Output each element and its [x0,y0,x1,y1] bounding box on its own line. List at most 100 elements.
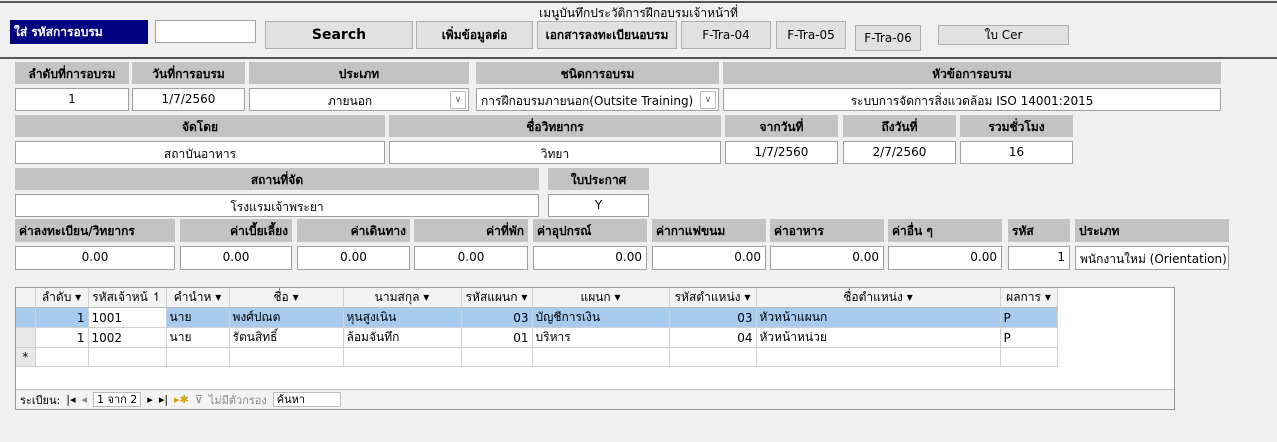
fee-lodging-label: ค่าที่พัก [414,219,528,242]
fee-equipment-field[interactable]: 0.00 [533,246,647,270]
fee-reg-label: ค่าลงทะเบียน/วิทยากร [15,219,175,242]
cell-dept[interactable]: บัญชีการเงิน [532,307,670,328]
cell-position[interactable]: หัวหน้าหน่วย [756,327,1001,348]
fee-other-field[interactable]: 0.00 [888,246,1002,270]
record-label: ระเบียน: [20,393,61,407]
last-record-icon[interactable]: ▸| [159,393,168,406]
cell-first-name[interactable]: รัตนสิทธิ์ [229,327,344,348]
category-field[interactable]: พนักงานใหม่ (Orientation) [1075,246,1229,270]
grid-search-input[interactable]: ค้นหา [272,392,341,407]
type-select[interactable]: ภายนอก ∨ [249,88,469,111]
from-date-label: จากวันที่ [725,115,838,137]
col-dept-id[interactable]: รหัสแผนก ▾ [461,288,533,308]
new-record-icon[interactable]: ▸✱ [174,393,189,406]
cell-dept-id[interactable]: 03 [461,307,533,328]
topic-field[interactable]: ระบบการจัดการสิ่งแวดล้อม ISO 14001:2015 [723,88,1221,111]
cell-position-id[interactable]: 04 [669,327,757,348]
cell-prefix[interactable]: นาย [166,327,230,348]
fee-food-field[interactable]: 0.00 [770,246,884,270]
registration-doc-button[interactable]: เอกสารลงทะเบียนอบรม [537,21,677,49]
cell-position-id[interactable]: 03 [669,307,757,328]
col-prefix[interactable]: คำนำห ▾ [166,288,230,308]
record-position-input[interactable]: 1 จาก 2 [93,392,142,407]
cell-staff-id[interactable]: 1002 [88,327,167,348]
hours-field[interactable]: 16 [960,141,1073,164]
from-date-field[interactable]: 1/7/2560 [725,141,838,164]
cell-seq[interactable]: 1 [35,307,89,328]
cell-prefix[interactable]: นาย [166,307,230,328]
no-filter-label[interactable]: ไม่มีตัวกรอง [209,391,267,409]
cell-staff-id[interactable]: 1001 [88,307,167,328]
to-date-field[interactable]: 2/7/2560 [843,141,956,164]
speaker-field[interactable]: วิทยา [389,141,721,164]
to-date-label: ถึงวันที่ [843,115,956,137]
col-dept[interactable]: แผนก ▾ [532,288,670,308]
fee-equipment-label: ค่าอุปกรณ์ [533,219,647,242]
col-position-id[interactable]: รหัสตำแหน่ง ▾ [669,288,757,308]
fee-reg-field[interactable]: 0.00 [15,246,175,270]
trainee-datasheet[interactable]: ลำดับ ▾ รหัสเจ้าหน้ ↿ คำนำห ▾ ชื่อ ▾ นาม… [15,287,1175,410]
grid-header: ลำดับ ▾ รหัสเจ้าหน้ ↿ คำนำห ▾ ชื่อ ▾ นาม… [16,288,1058,308]
kind-select[interactable]: การฝึกอบรมภายนอก(Outsite Training) ∨ [476,88,719,111]
new-record-marker: * [16,347,36,367]
f-tra-06-button[interactable]: F-Tra-06 [855,25,921,51]
fee-travel-label: ค่าเดินทาง [297,219,410,242]
fee-allowance-field[interactable]: 0.00 [180,246,292,270]
search-button[interactable]: Search [265,21,413,49]
fee-travel-field[interactable]: 0.00 [297,246,410,270]
cell-seq[interactable]: 1 [35,327,89,348]
filter-icon[interactable]: ⊽ [195,393,203,406]
topic-label: หัวข้อการอบรม [723,62,1221,84]
code-field[interactable]: 1 [1008,246,1070,270]
record-navigator: ระเบียน: |◂ ◂ 1 จาก 2 ▸ ▸| ▸✱ ⊽ ไม่มีตัว… [16,389,1174,409]
table-row[interactable]: 1 1002 นาย รัตนสิทธิ์ ล้อมจันทึก 01 บริห… [16,327,1058,348]
add-more-button[interactable]: เพิ่มข้อมูลต่อ [416,21,533,49]
top-border [0,1,1277,3]
cell-position[interactable]: หัวหน้าแผนก [756,307,1001,328]
cell-dept-id[interactable]: 01 [461,327,533,348]
prev-record-icon[interactable]: ◂ [81,393,87,406]
col-position[interactable]: ชื่อตำแหน่ง ▾ [756,288,1001,308]
seq-field[interactable]: 1 [15,88,129,111]
search-label: ใส่ รหัสการอบรม [10,20,148,44]
cell-last-name[interactable]: หุนสูงเนิน [343,307,462,328]
next-record-icon[interactable]: ▸ [147,393,153,406]
row-selector[interactable] [16,307,36,328]
cell-result[interactable]: P [1000,307,1058,328]
venue-field[interactable]: โรงแรมเจ้าพระยา [15,194,539,217]
code-label: รหัส [1008,219,1070,242]
date-field[interactable]: 1/7/2560 [132,88,245,111]
cell-result[interactable]: P [1000,327,1058,348]
certificate-button[interactable]: ใบ Cer [938,25,1069,45]
row-selector[interactable] [16,327,36,348]
date-label: วันที่การอบรม [132,62,245,84]
header-divider [0,57,1277,59]
col-last-name[interactable]: นามสกุล ▾ [343,288,462,308]
col-result[interactable]: ผลการ ▾ [1000,288,1058,308]
f-tra-05-button[interactable]: F-Tra-05 [776,21,846,49]
organizer-field[interactable]: สถาบันอาหาร [15,141,385,164]
venue-label: สถานที่จัด [15,168,539,190]
certificate-field[interactable]: Y [548,194,649,217]
col-staff-id[interactable]: รหัสเจ้าหน้ ↿ [88,288,167,308]
fee-coffee-field[interactable]: 0.00 [652,246,766,270]
cell-first-name[interactable]: พงศ์ปณต [229,307,344,328]
chevron-down-icon[interactable]: ∨ [700,91,716,109]
select-all-corner[interactable] [16,288,36,308]
col-seq[interactable]: ลำดับ ▾ [35,288,89,308]
organizer-label: จัดโดย [15,115,385,137]
search-input[interactable] [155,20,256,43]
kind-value: การฝึกอบรมภายนอก(Outsite Training) [481,94,694,108]
table-row[interactable]: 1 1001 นาย พงศ์ปณต หุนสูงเนิน 03 บัญชีกา… [16,307,1058,328]
cell-last-name[interactable]: ล้อมจันทึก [343,327,462,348]
first-record-icon[interactable]: |◂ [66,393,75,406]
fee-lodging-field[interactable]: 0.00 [414,246,528,270]
type-value: ภายนอก [327,94,373,108]
kind-label: ชนิดการอบรม [476,62,719,84]
cell-dept[interactable]: บริหาร [532,327,670,348]
chevron-down-icon[interactable]: ∨ [450,91,466,109]
col-first-name[interactable]: ชื่อ ▾ [229,288,344,308]
new-row[interactable]: * [16,347,1058,367]
f-tra-04-button[interactable]: F-Tra-04 [681,21,771,49]
category-label: ประเภท [1075,219,1229,242]
